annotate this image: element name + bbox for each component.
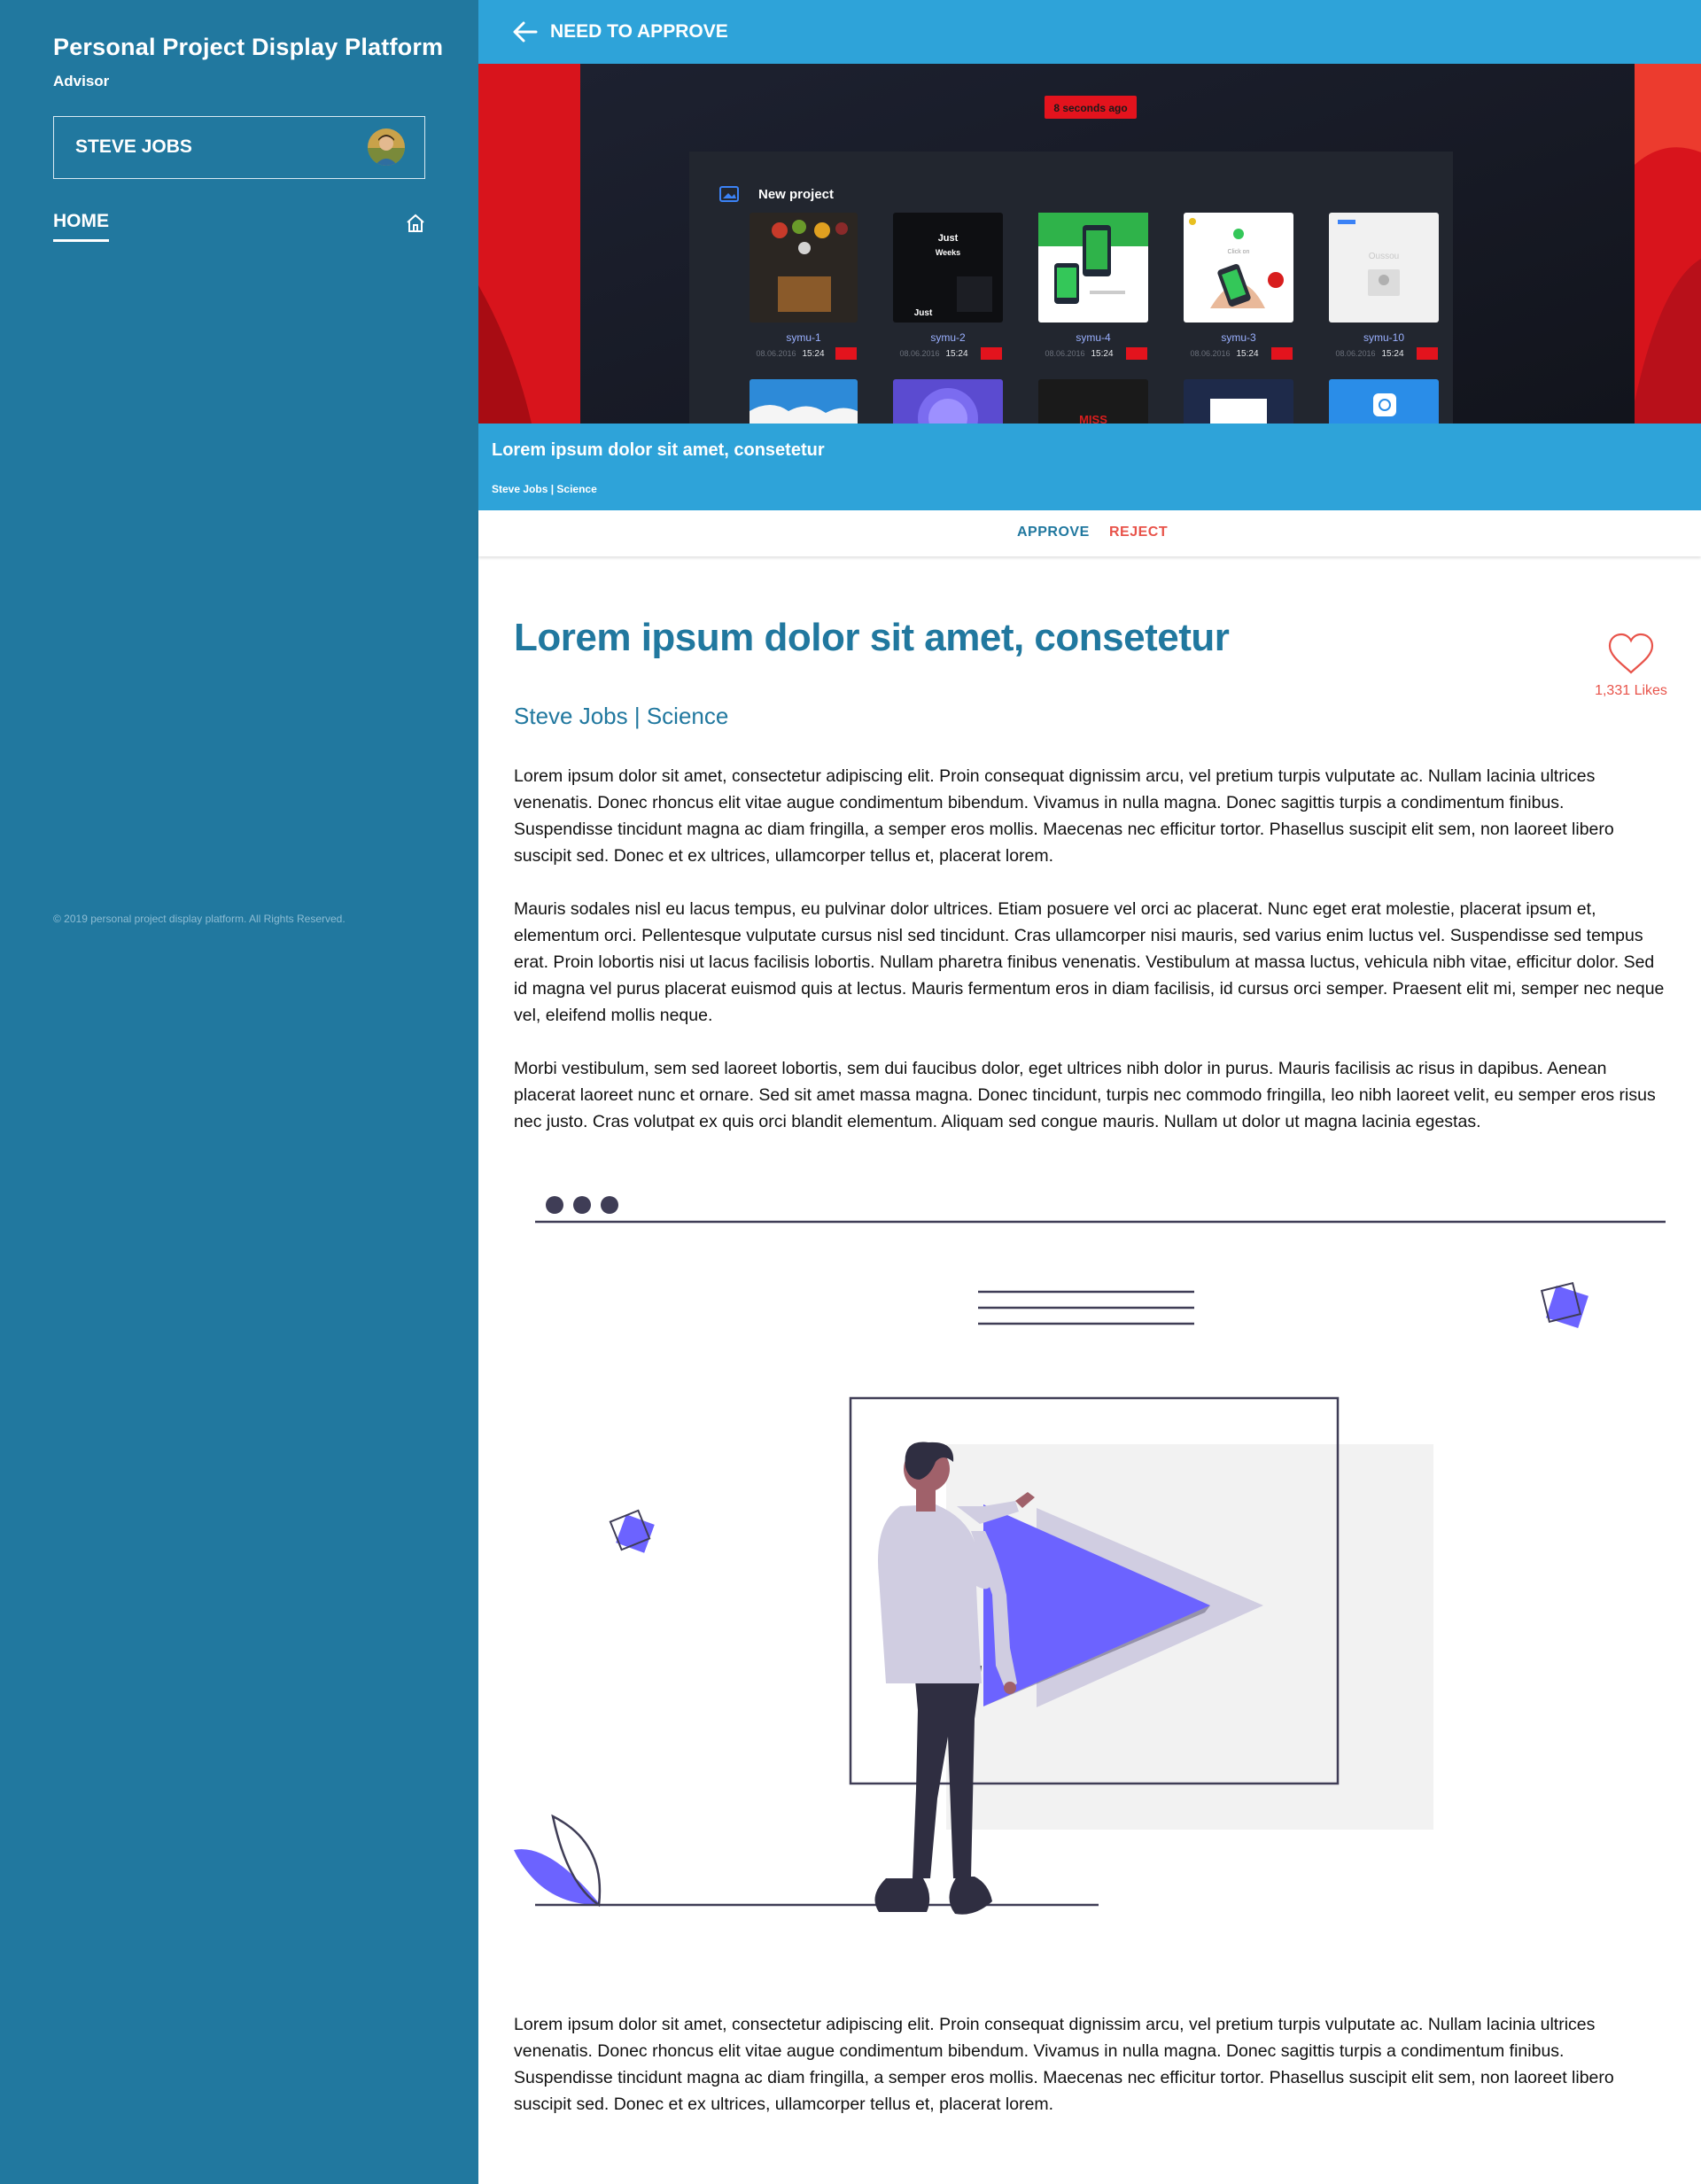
approval-actions: APPROVE REJECT xyxy=(478,510,1701,556)
hero-caption-title: Lorem ipsum dolor sit amet, consetetur xyxy=(492,440,825,460)
project-thumb[interactable]: MISS xyxy=(1038,379,1148,424)
article-meta: Steve Jobs | Science xyxy=(514,703,729,729)
project-time: 15:24 xyxy=(1091,349,1113,359)
project-date: 08.06.2016 xyxy=(1045,349,1084,358)
reject-button[interactable]: REJECT xyxy=(1109,525,1168,540)
project-hero-image: 8 seconds ago New project symu-1 08.06.2… xyxy=(478,64,1701,424)
user-role: Advisor xyxy=(53,73,110,89)
hero-caption-meta: Steve Jobs | Science xyxy=(492,483,597,495)
likes-count: 1,331 Likes xyxy=(1595,683,1667,698)
thumb-text: MISS xyxy=(1079,413,1107,424)
project-thumb[interactable] xyxy=(1329,379,1439,424)
project-date: 08.06.2016 xyxy=(899,349,939,358)
thumb-text: Just xyxy=(914,308,933,318)
copyright-text: © 2019 personal project display platform… xyxy=(53,913,346,925)
top-bar: NEED TO APPROVE xyxy=(478,0,1701,64)
project-thumb[interactable] xyxy=(750,379,858,424)
page-title: NEED TO APPROVE xyxy=(550,21,728,42)
hero-caption: Lorem ipsum dolor sit amet, consetetur S… xyxy=(478,424,1701,510)
project-date: 08.06.2016 xyxy=(756,349,796,358)
home-icon[interactable] xyxy=(405,213,426,234)
arrow-left-icon[interactable] xyxy=(512,19,539,44)
article-paragraph: Mauris sodales nisl eu lacus tempus, eu … xyxy=(514,899,1665,1025)
project-name: symu-10 xyxy=(1363,331,1404,344)
project-time: 15:24 xyxy=(1236,349,1258,359)
article-paragraph: Morbi vestibulum, sem sed laoreet lobort… xyxy=(514,1059,1656,1131)
project-thumb[interactable] xyxy=(893,379,1003,424)
user-profile-card[interactable]: STEVE JOBS xyxy=(53,116,425,179)
project-name: symu-1 xyxy=(786,331,821,344)
thumb-text: Oussou xyxy=(1369,252,1399,261)
article-paragraph: Lorem ipsum dolor sit amet, consectetur … xyxy=(514,2015,1614,2114)
article-title: Lorem ipsum dolor sit amet, consetetur xyxy=(514,616,1230,659)
project-name: symu-2 xyxy=(930,331,966,344)
article-paragraph: Lorem ipsum dolor sit amet, consectetur … xyxy=(514,766,1614,866)
avatar[interactable] xyxy=(368,128,405,166)
brand-title: Personal Project Display Platform xyxy=(53,34,444,60)
thumb-text: Weeks xyxy=(936,248,960,257)
approve-button[interactable]: APPROVE xyxy=(1017,525,1090,540)
project-name: symu-4 xyxy=(1076,331,1111,344)
project-thumb[interactable] xyxy=(1184,379,1293,424)
project-date: 08.06.2016 xyxy=(1335,349,1375,358)
video-illustration xyxy=(514,1170,1666,1931)
project-time: 15:24 xyxy=(945,349,967,359)
sidebar: Personal Project Display Platform Adviso… xyxy=(0,0,478,2184)
thumb-text: Just xyxy=(938,233,959,244)
project-date: 08.06.2016 xyxy=(1190,349,1230,358)
user-name: STEVE JOBS xyxy=(75,136,192,157)
project-time: 15:24 xyxy=(802,349,824,359)
project-time: 15:24 xyxy=(1381,349,1403,359)
time-badge: 8 seconds ago xyxy=(1053,102,1127,114)
sidebar-item-home[interactable]: HOME xyxy=(53,211,109,242)
heart-icon[interactable] xyxy=(1606,632,1656,676)
project-name: symu-3 xyxy=(1221,331,1256,344)
panel-title: New project xyxy=(758,187,834,202)
thumb-text: Click on xyxy=(1228,249,1250,255)
